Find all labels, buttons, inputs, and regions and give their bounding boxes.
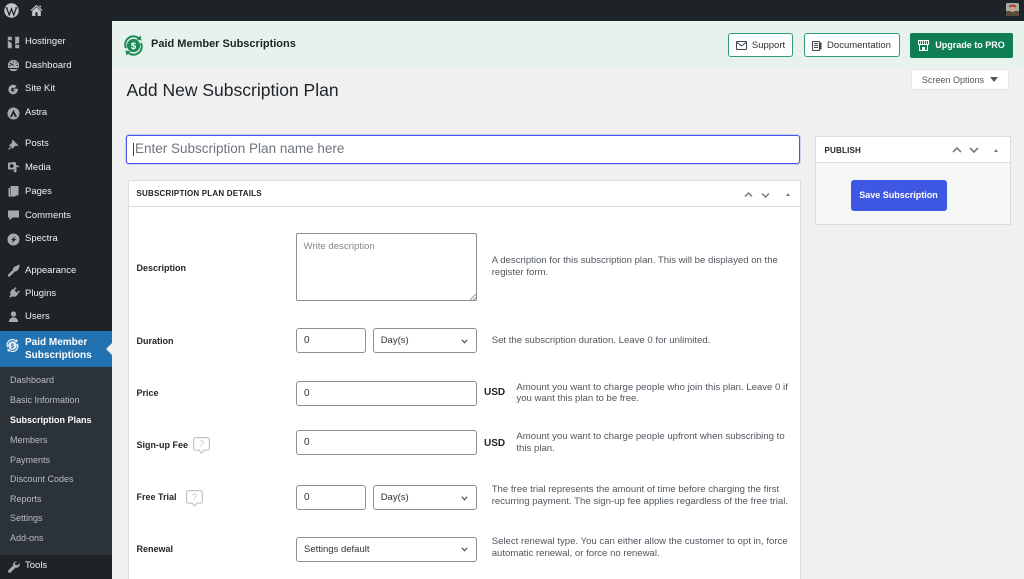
svg-text:?: ? [199, 439, 204, 450]
svg-text:$: $ [11, 342, 15, 349]
svg-text:?: ? [191, 492, 196, 503]
svg-text:$: $ [131, 41, 137, 52]
